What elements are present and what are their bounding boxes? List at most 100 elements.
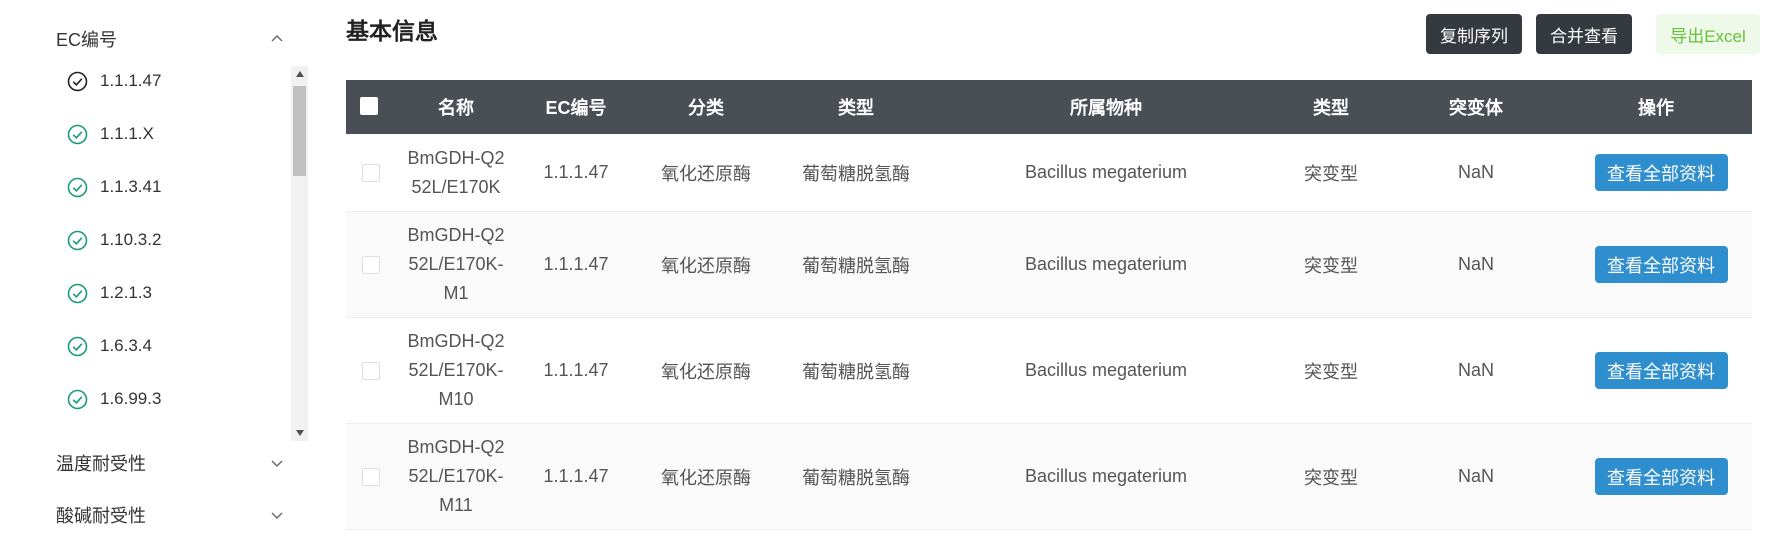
temperature-group-header[interactable]: 温度耐受性 (56, 448, 288, 478)
cell-name-line: BmGDH-Q2 (407, 331, 505, 351)
row-checkbox[interactable] (362, 362, 380, 380)
row-checkbox[interactable] (362, 164, 380, 182)
chevron-down-icon (266, 504, 288, 526)
check-circle-icon (66, 388, 88, 410)
table-header: 名称 EC编号 分类 类型 所属物种 类型 突变体 操作 (346, 80, 1752, 134)
scrollbar-thumb[interactable] (293, 86, 306, 176)
cell-action: 查看全部资料 (1576, 212, 1746, 317)
ec-item-label: 1.6.3.4 (100, 336, 152, 355)
check-circle-icon (66, 335, 88, 357)
table-row: BmGDH-Q2 52L/E170K- M10 1.1.1.47 氧化还原酶 葡萄糖脱氢酶… (346, 318, 1752, 424)
cell-ec: 1.1.1.47 (543, 162, 609, 182)
col-header-type2: 类型 (1313, 98, 1349, 118)
col-header-type: 类型 (838, 98, 874, 118)
ec-item[interactable]: 1.6.3.4 (66, 332, 152, 360)
check-circle-icon (66, 70, 88, 92)
col-header-name: 名称 (438, 98, 474, 118)
ec-group-label: EC编号 (56, 30, 118, 50)
view-all-details-button[interactable]: 查看全部资料 (1594, 458, 1728, 495)
ec-item-label: 1.10.3.2 (100, 230, 162, 249)
row-checkbox[interactable] (362, 256, 380, 274)
col-header-action: 操作 (1638, 98, 1674, 118)
table-row: BmGDH-Q2 52L/E170K- M11 1.1.1.47 氧化还原酶 葡萄糖脱氢酶… (346, 424, 1752, 530)
page-title: 基本信息 (346, 18, 438, 44)
col-header-species: 所属物种 (1070, 98, 1142, 118)
ec-group-header[interactable]: EC编号 (56, 24, 288, 54)
cell-name-line: M11 (439, 495, 473, 515)
scroll-down-arrow-icon[interactable] (291, 425, 308, 441)
cell-name-line: M1 (443, 283, 469, 303)
view-all-details-button[interactable]: 查看全部资料 (1594, 246, 1728, 283)
cell-ec: 1.1.1.47 (543, 466, 609, 486)
cell-ec: 1.1.1.47 (543, 254, 609, 274)
cell-type2: 突变型 (1304, 467, 1358, 488)
cell-name-line: 52L/E170K- (408, 360, 504, 380)
view-all-details-button[interactable]: 查看全部资料 (1594, 352, 1728, 389)
cell-name: BmGDH-Q2 52L/E170K- M10 (406, 318, 506, 423)
cell-type2: 突变型 (1304, 361, 1358, 382)
ec-item-label: 1.2.1.3 (100, 283, 152, 302)
cell-mutant: NaN (1457, 466, 1494, 486)
cell-species: Bacillus megaterium (1024, 254, 1188, 274)
cell-category: 氧化还原酶 (661, 467, 751, 488)
cell-name-line: 52L/E170K- (408, 254, 504, 274)
ec-item-label: 1.1.3.41 (100, 177, 162, 196)
merge-view-button[interactable]: 合并查看 (1536, 14, 1632, 54)
cell-category: 氧化还原酶 (661, 361, 751, 382)
ec-item[interactable]: 1.1.1.47 (66, 67, 161, 95)
cell-name-line: 52L/E170K (411, 176, 501, 197)
chevron-up-icon (266, 28, 288, 50)
cell-type2: 突变型 (1304, 163, 1358, 184)
cell-mutant: NaN (1457, 254, 1494, 274)
cell-category: 氧化还原酶 (661, 163, 751, 184)
cell-name: BmGDH-Q2 52L/E170K- M1 (406, 212, 506, 317)
ec-list-scrollbar[interactable] (291, 66, 308, 441)
cell-type: 葡萄糖脱氢酶 (802, 255, 910, 276)
cell-name-line: BmGDH-Q2 (407, 437, 505, 457)
row-checkbox[interactable] (362, 468, 380, 486)
cell-name: BmGDH-Q2 52L/E170K (406, 134, 506, 211)
cell-name-line: BmGDH-Q2 (407, 225, 505, 245)
copy-sequence-button[interactable]: 复制序列 (1426, 14, 1522, 54)
ec-item[interactable]: 1.1.1.X (66, 120, 154, 148)
chevron-down-icon (266, 452, 288, 474)
col-header-ec: EC编号 (545, 98, 607, 118)
ph-group-header[interactable]: 酸碱耐受性 (56, 500, 288, 530)
check-circle-icon (66, 123, 88, 145)
cell-mutant: NaN (1457, 162, 1494, 182)
view-all-details-button[interactable]: 查看全部资料 (1594, 154, 1728, 191)
cell-action: 查看全部资料 (1576, 134, 1746, 211)
ph-group-label: 酸碱耐受性 (56, 506, 146, 526)
table-body: BmGDH-Q2 52L/E170K 1.1.1.47 氧化还原酶 葡萄糖脱氢酶 Baci… (346, 134, 1752, 530)
ec-item[interactable]: 1.2.1.3 (66, 279, 152, 307)
cell-type: 葡萄糖脱氢酶 (802, 467, 910, 488)
cell-mutant: NaN (1457, 360, 1494, 380)
cell-species: Bacillus megaterium (1024, 162, 1188, 182)
cell-type: 葡萄糖脱氢酶 (802, 361, 910, 382)
cell-name-line: BmGDH-Q2 (407, 147, 505, 168)
check-circle-icon (66, 229, 88, 251)
ec-list: 1.1.1.47 1.1.1.X 1.1.3.41 1.10.3.2 1.2.1.3 1.… (56, 66, 308, 441)
table-row: BmGDH-Q2 52L/E170K- M1 1.1.1.47 氧化还原酶 葡萄糖脱氢酶 B… (346, 212, 1752, 318)
cell-type: 葡萄糖脱氢酶 (802, 163, 910, 184)
export-excel-button[interactable]: 导出Excel (1656, 14, 1760, 54)
ec-item-label: 1.6.99.3 (100, 389, 162, 408)
col-header-mutant: 突变体 (1449, 98, 1503, 118)
cell-name-line: M10 (438, 389, 474, 409)
results-table: 名称 EC编号 分类 类型 所属物种 类型 突变体 操作 BmGDH-Q2 52L… (346, 80, 1752, 530)
check-circle-icon (66, 176, 88, 198)
cell-species: Bacillus megaterium (1024, 360, 1188, 380)
select-all-checkbox[interactable] (360, 97, 378, 115)
col-header-category: 分类 (688, 98, 724, 118)
filter-sidebar: EC编号 1.1.1.47 1.1.1.X 1.1.3.41 1.10.3.2 1.2.… (0, 0, 310, 543)
cell-name-line: 52L/E170K- (408, 466, 504, 486)
ec-item[interactable]: 1.6.99.3 (66, 385, 161, 413)
cell-action: 查看全部资料 (1576, 318, 1746, 423)
ec-item[interactable]: 1.10.3.2 (66, 226, 161, 254)
cell-action: 查看全部资料 (1576, 424, 1746, 529)
temperature-group-label: 温度耐受性 (56, 454, 146, 474)
table-row: BmGDH-Q2 52L/E170K 1.1.1.47 氧化还原酶 葡萄糖脱氢酶 Baci… (346, 134, 1752, 212)
scroll-up-arrow-icon[interactable] (291, 66, 308, 82)
cell-category: 氧化还原酶 (661, 255, 751, 276)
ec-item[interactable]: 1.1.3.41 (66, 173, 161, 201)
